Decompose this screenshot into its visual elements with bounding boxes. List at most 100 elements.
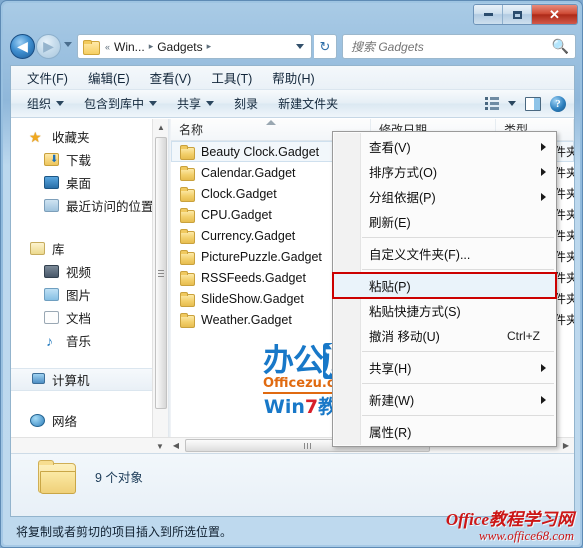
context-menu-item-label: 分组依据(P) <box>369 191 436 205</box>
toolbar-organize-label: 组织 <box>27 97 52 111</box>
context-menu-item-label: 排序方式(O) <box>369 166 438 180</box>
recent-places-icon <box>43 198 60 214</box>
address-bar-row: ◀ ▶ « Win... ▸ Gadgets ▸ ↻ 🔍 <box>1 30 582 64</box>
scroll-down-arrow-icon[interactable]: ▼ <box>152 438 168 454</box>
context-menu-item-customize-folder[interactable]: 自定义文件夹(F)... <box>333 241 556 266</box>
context-menu-item-label: 自定义文件夹(F)... <box>369 248 471 262</box>
submenu-arrow-icon <box>541 167 546 176</box>
menu-help[interactable]: 帮助(H) <box>272 68 314 87</box>
forward-button[interactable]: ▶ <box>36 34 61 59</box>
context-menu-item-label: 查看(V) <box>369 141 411 155</box>
context-menu-item-label: 刷新(E) <box>369 216 411 230</box>
menu-view[interactable]: 查看(V) <box>150 68 192 87</box>
toolbar-include-in-library[interactable]: 包含到库中 <box>84 95 158 112</box>
context-menu-item-paste-shortcut[interactable]: 粘贴快捷方式(S) <box>333 298 556 323</box>
folder-icon <box>83 40 100 55</box>
chevron-down-icon <box>149 101 158 106</box>
help-icon[interactable]: ? <box>550 95 566 112</box>
recent-pages-chevron-down-icon[interactable] <box>64 42 72 47</box>
back-button[interactable]: ◀ <box>10 34 35 59</box>
sidebar-item-label: 桌面 <box>66 177 92 191</box>
sidebar-item-libraries[interactable]: 库 <box>11 237 168 260</box>
scrollbar-grip-icon <box>158 268 164 279</box>
sidebar-item-label: 最近访问的位置 <box>66 200 154 214</box>
sidebar-item-downloads[interactable]: ⬇ 下载 <box>11 148 168 171</box>
minimize-button[interactable] <box>474 5 503 24</box>
maximize-button[interactable] <box>503 5 532 24</box>
scroll-right-arrow-icon[interactable]: ▶ <box>558 438 574 454</box>
breadcrumb-overflow-icon[interactable]: « <box>105 42 110 52</box>
sidebar-item-pictures[interactable]: 图片 <box>11 283 168 306</box>
context-menu-item-label: 撤消 移动(U) <box>369 330 440 344</box>
scrollbar-thumb[interactable] <box>155 137 167 409</box>
navigation-pane-scroll-footer: ▼ <box>11 437 168 453</box>
context-menu-item-undo-move[interactable]: 撤消 移动(U) Ctrl+Z <box>333 323 556 348</box>
navigation-pane-scrollbar[interactable]: ▲ <box>152 119 168 453</box>
toolbar-right-group: ? <box>485 95 574 112</box>
toolbar-share-with[interactable]: 共享 <box>177 95 215 112</box>
refresh-button[interactable]: ↻ <box>314 34 337 59</box>
preview-pane-icon[interactable] <box>525 96 541 111</box>
search-icon[interactable]: 🔍 <box>552 38 569 55</box>
sidebar-item-recent-places[interactable]: 最近访问的位置 <box>11 194 168 217</box>
breadcrumb-item-windows[interactable]: Win... <box>114 40 145 54</box>
context-menu-item-sort-by[interactable]: 排序方式(O) <box>333 159 556 184</box>
submenu-arrow-icon <box>541 395 546 404</box>
toolbar-share-with-label: 共享 <box>177 97 202 111</box>
sidebar-item-computer[interactable]: 计算机 <box>11 368 168 391</box>
scroll-left-arrow-icon[interactable]: ◀ <box>168 438 184 454</box>
window-controls: ✕ <box>473 4 578 25</box>
submenu-arrow-icon <box>541 363 546 372</box>
toolbar-organize[interactable]: 组织 <box>27 95 65 112</box>
address-chevron-down-icon[interactable] <box>296 44 304 49</box>
folder-icon <box>38 460 78 496</box>
menu-file[interactable]: 文件(F) <box>27 68 68 87</box>
music-icon: ♪ <box>46 332 53 349</box>
search-box[interactable]: 🔍 <box>342 34 576 59</box>
views-chevron-down-icon[interactable] <box>508 101 516 106</box>
context-menu-item-refresh[interactable]: 刷新(E) <box>333 209 556 234</box>
context-menu-item-paste[interactable]: 粘贴(P) <box>332 272 557 299</box>
context-menu-item-label: 共享(H) <box>369 362 412 376</box>
sidebar-item-network[interactable]: 网络 <box>11 409 168 432</box>
scroll-up-arrow-icon[interactable]: ▲ <box>153 119 168 135</box>
folder-icon <box>179 144 195 160</box>
sidebar-item-desktop[interactable]: 桌面 <box>11 171 168 194</box>
view-options-icon[interactable] <box>485 97 499 110</box>
sidebar-item-documents[interactable]: 文档 <box>11 306 168 329</box>
context-menu-item-group-by[interactable]: 分组依据(P) <box>333 184 556 209</box>
search-input[interactable] <box>349 38 552 55</box>
sidebar-item-favorites[interactable]: ★ 收藏夹 <box>11 125 168 148</box>
breadcrumb-separator-icon[interactable]: ▸ <box>207 41 212 52</box>
context-menu-item-accelerator: Ctrl+Z <box>507 328 540 343</box>
title-bar: ✕ <box>1 1 582 29</box>
documents-icon <box>43 310 60 326</box>
menu-tools[interactable]: 工具(T) <box>211 68 252 87</box>
context-menu-item-view[interactable]: 查看(V) <box>333 134 556 159</box>
toolbar-new-folder[interactable]: 新建文件夹 <box>278 95 338 112</box>
videos-icon <box>43 264 60 280</box>
sidebar-item-videos[interactable]: 视频 <box>11 260 168 283</box>
pictures-icon <box>43 287 60 303</box>
context-menu-separator <box>362 269 554 270</box>
context-menu-item-properties[interactable]: 属性(R) <box>333 419 556 444</box>
file-name: Beauty Clock.Gadget <box>201 144 320 159</box>
computer-icon <box>29 372 46 388</box>
network-icon <box>29 413 46 429</box>
desktop-icon <box>43 175 60 191</box>
close-button[interactable]: ✕ <box>532 5 577 24</box>
context-menu-item-new[interactable]: 新建(W) <box>333 387 556 412</box>
folder-icon <box>179 291 195 307</box>
status-bar: 将复制或者剪切的项目插入到所选位置。 <box>10 520 575 542</box>
folder-icon <box>179 207 195 223</box>
breadcrumb-item-gadgets[interactable]: Gadgets <box>157 40 202 54</box>
address-breadcrumb-bar[interactable]: « Win... ▸ Gadgets ▸ <box>77 34 312 59</box>
sidebar-item-label: 下载 <box>66 154 92 168</box>
context-menu-separator <box>362 415 554 416</box>
menu-edit[interactable]: 编辑(E) <box>88 68 130 87</box>
toolbar-burn[interactable]: 刻录 <box>234 95 258 112</box>
submenu-arrow-icon <box>541 142 546 151</box>
folder-icon <box>179 312 195 328</box>
context-menu-item-share-with[interactable]: 共享(H) <box>333 355 556 380</box>
sidebar-item-music[interactable]: ♪ 音乐 <box>11 329 168 352</box>
